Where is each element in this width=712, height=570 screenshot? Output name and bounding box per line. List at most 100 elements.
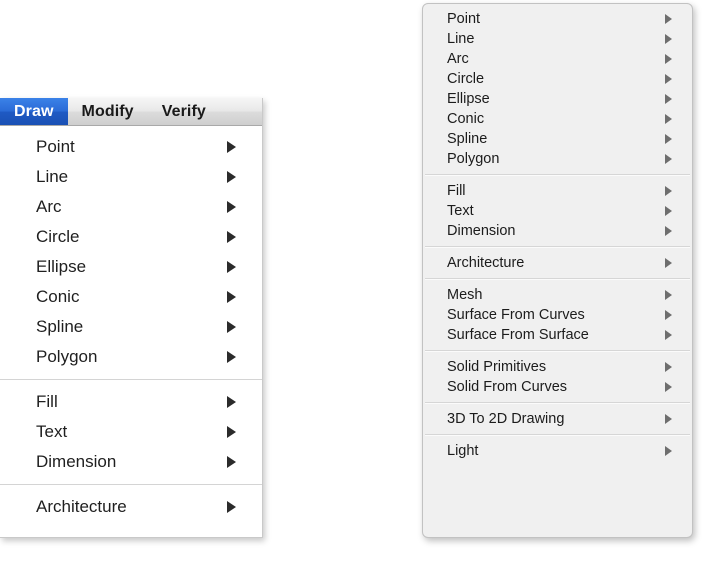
menubar: DrawModifyVerify [0, 98, 262, 126]
submenu-arrow-icon [665, 290, 672, 300]
menu-item-point[interactable]: Point [423, 9, 692, 29]
menu-item-label: Architecture [447, 255, 524, 271]
menubar-item-verify[interactable]: Verify [148, 98, 220, 125]
menu-item-circle[interactable]: Circle [423, 69, 692, 89]
menu-item-label: Spline [447, 131, 487, 147]
submenu-arrow-icon [227, 396, 236, 408]
submenu-arrow-icon [665, 114, 672, 124]
submenu-arrow-icon [227, 171, 236, 183]
submenu-arrow-icon [665, 414, 672, 424]
submenu-arrow-icon [227, 291, 236, 303]
menu-separator [425, 350, 690, 352]
menu-item-label: Text [36, 422, 67, 441]
menu-item-label: Arc [36, 197, 62, 216]
menu-separator [425, 174, 690, 176]
submenu-arrow-icon [227, 456, 236, 468]
menu-item-mesh[interactable]: Mesh [423, 285, 692, 305]
menu-item-polygon[interactable]: Polygon [0, 342, 262, 372]
submenu-arrow-icon [665, 226, 672, 236]
menu-item-polygon[interactable]: Polygon [423, 149, 692, 169]
menu-item-surface-from-surface[interactable]: Surface From Surface [423, 325, 692, 345]
menu-item-label: Conic [447, 111, 484, 127]
menu-item-label: Solid Primitives [447, 359, 546, 375]
menu-item-label: Surface From Curves [447, 307, 585, 323]
draw-menu-list-left: Point Line Arc Circle Ellipse Conic Spline Poly… [0, 126, 262, 522]
submenu-arrow-icon [665, 154, 672, 164]
submenu-arrow-icon [665, 330, 672, 340]
menu-item-label: Point [36, 137, 75, 156]
menu-item-label: Circle [36, 227, 79, 246]
menu-item-spline[interactable]: Spline [423, 129, 692, 149]
menu-item-circle[interactable]: Circle [0, 222, 262, 252]
menu-separator [0, 484, 262, 485]
menu-separator [425, 246, 690, 248]
menu-item-3d-to-2d-drawing[interactable]: 3D To 2D Drawing [423, 409, 692, 429]
menu-item-label: Solid From Curves [447, 379, 567, 395]
submenu-arrow-icon [665, 310, 672, 320]
menu-item-label: Conic [36, 287, 79, 306]
menu-item-label: Point [447, 11, 480, 27]
menu-item-label: Polygon [36, 347, 97, 366]
menu-item-fill[interactable]: Fill [0, 387, 262, 417]
menu-item-arc[interactable]: Arc [0, 192, 262, 222]
menu-item-label: Surface From Surface [447, 327, 589, 343]
submenu-arrow-icon [227, 201, 236, 213]
menu-item-conic[interactable]: Conic [423, 109, 692, 129]
menu-item-line[interactable]: Line [423, 29, 692, 49]
menu-item-surface-from-curves[interactable]: Surface From Curves [423, 305, 692, 325]
menu-item-label: Line [447, 31, 474, 47]
menu-item-architecture[interactable]: Architecture [0, 492, 262, 522]
submenu-arrow-icon [227, 141, 236, 153]
menu-item-label: Dimension [36, 452, 116, 471]
menu-item-label: Line [36, 167, 68, 186]
menu-item-conic[interactable]: Conic [0, 282, 262, 312]
menu-item-label: Text [447, 203, 474, 219]
menu-item-label: Dimension [447, 223, 516, 239]
menu-item-label: Polygon [447, 151, 499, 167]
menu-separator [0, 379, 262, 380]
submenu-arrow-icon [227, 261, 236, 273]
submenu-arrow-icon [227, 231, 236, 243]
menu-item-label: Spline [36, 317, 83, 336]
menu-item-line[interactable]: Line [0, 162, 262, 192]
menu-separator [425, 278, 690, 280]
menu-item-architecture[interactable]: Architecture [423, 253, 692, 273]
menu-item-point[interactable]: Point [0, 132, 262, 162]
menu-item-label: Light [447, 443, 478, 459]
menu-item-label: Fill [36, 392, 58, 411]
menubar-item-modify[interactable]: Modify [68, 98, 148, 125]
submenu-arrow-icon [227, 426, 236, 438]
menu-item-fill[interactable]: Fill [423, 181, 692, 201]
submenu-arrow-icon [665, 382, 672, 392]
menu-item-label: Fill [447, 183, 466, 199]
menu-item-ellipse[interactable]: Ellipse [423, 89, 692, 109]
menu-separator [425, 434, 690, 436]
menubar-item-draw[interactable]: Draw [0, 98, 68, 125]
submenu-arrow-icon [227, 351, 236, 363]
menu-item-label: Circle [447, 71, 484, 87]
submenu-arrow-icon [227, 321, 236, 333]
submenu-arrow-icon [665, 14, 672, 24]
submenu-arrow-icon [665, 74, 672, 84]
menu-item-arc[interactable]: Arc [423, 49, 692, 69]
menu-item-solid-primitives[interactable]: Solid Primitives [423, 357, 692, 377]
submenu-arrow-icon [665, 186, 672, 196]
menu-item-text[interactable]: Text [0, 417, 262, 447]
menu-item-dimension[interactable]: Dimension [0, 447, 262, 477]
menu-item-light[interactable]: Light [423, 441, 692, 461]
menu-separator [425, 402, 690, 404]
submenu-arrow-icon [665, 34, 672, 44]
menu-item-spline[interactable]: Spline [0, 312, 262, 342]
submenu-arrow-icon [665, 446, 672, 456]
menu-item-text[interactable]: Text [423, 201, 692, 221]
menu-item-label: Arc [447, 51, 469, 67]
menu-item-ellipse[interactable]: Ellipse [0, 252, 262, 282]
submenu-arrow-icon [665, 54, 672, 64]
draw-menu-panel-right: Point Line Arc Circle Ellipse Conic Spline Poly… [422, 3, 693, 538]
menu-item-label: Ellipse [447, 91, 490, 107]
menu-item-label: Mesh [447, 287, 482, 303]
menu-item-dimension[interactable]: Dimension [423, 221, 692, 241]
submenu-arrow-icon [665, 94, 672, 104]
menu-item-solid-from-curves[interactable]: Solid From Curves [423, 377, 692, 397]
submenu-arrow-icon [665, 258, 672, 268]
